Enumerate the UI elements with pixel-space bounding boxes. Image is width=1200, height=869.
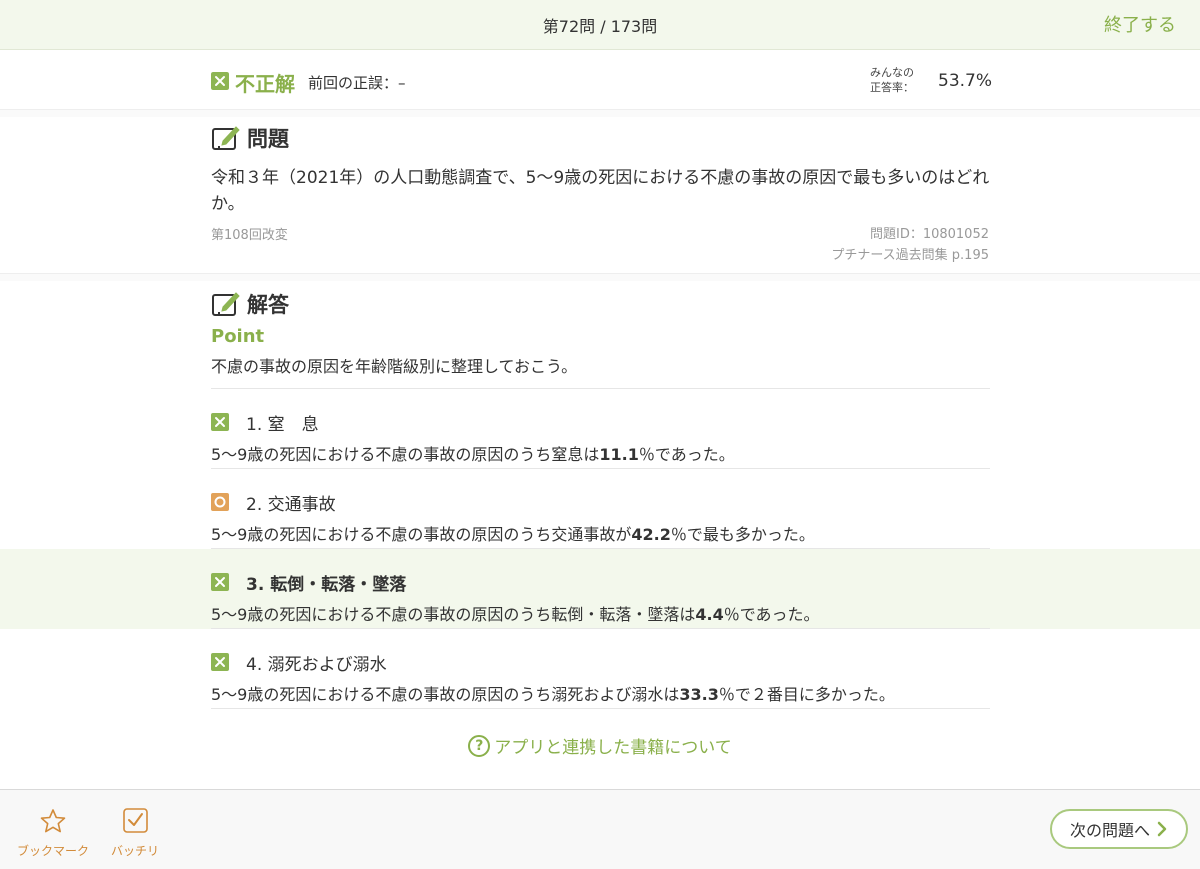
- bacchiri-button[interactable]: バッチリ: [104, 808, 166, 859]
- linked-books-link[interactable]: ? アプリと連携した書籍について: [0, 733, 1200, 758]
- choice-explanation: 5〜9歳の死因における不慮の事故の原因のうち交通事故が42.2％で最も多かった。: [211, 525, 815, 544]
- question-id: 問題ID：10801052: [869, 227, 989, 242]
- verdict-label: 不正解: [235, 72, 295, 96]
- exam-label: 第108回改変: [211, 228, 288, 243]
- edit-note-icon: [212, 292, 240, 316]
- choice-title: 3. 転倒・転落・墜落: [246, 575, 407, 595]
- question-header: 問題: [211, 123, 289, 153]
- question-section: 問題 令和３年（2021年）の人口動態調査で、5〜9歳の死因における不慮の事故の…: [0, 117, 1200, 274]
- choice-explanation: 5〜9歳の死因における不慮の事故の原因のうち溺死および溺水は33.3％で２番目に…: [211, 685, 895, 704]
- previous-result: 前回の正誤：–: [308, 74, 406, 92]
- section-gap: [0, 110, 1200, 117]
- divider: [211, 708, 990, 709]
- result-bar: 不正解 前回の正誤：– みんなの 正答率： 53.7%: [0, 51, 1200, 110]
- checkbox-icon: [123, 808, 148, 833]
- section-gap: [0, 274, 1200, 281]
- incorrect-icon: [211, 72, 229, 90]
- answer-header: 解答: [211, 289, 289, 319]
- top-bar: 第72問 / 173問 終了する: [0, 0, 1200, 50]
- question-title: 問題: [247, 127, 289, 151]
- choice-2[interactable]: 2. 交通事故 5〜9歳の死因における不慮の事故の原因のうち交通事故が42.2％…: [0, 469, 1200, 549]
- end-button[interactable]: 終了する: [1104, 11, 1176, 37]
- bookmark-button[interactable]: ブックマーク: [14, 808, 92, 859]
- choice-1[interactable]: 1. 窒 息 5〜9歳の死因における不慮の事故の原因のうち窒息は11.1％であっ…: [0, 389, 1200, 469]
- choice-4[interactable]: 4. 溺死および溺水 5〜9歳の死因における不慮の事故の原因のうち溺死および溺水…: [0, 629, 1200, 709]
- choice-3-selected[interactable]: 3. 転倒・転落・墜落 5〜9歳の死因における不慮の事故の原因のうち転倒・転落・…: [0, 549, 1200, 629]
- bacchiri-label: バッチリ: [110, 844, 159, 858]
- bookmark-label: ブックマーク: [16, 844, 89, 858]
- choice-explanation: 5〜9歳の死因における不慮の事故の原因のうち転倒・転落・墜落は4.4％であった。: [211, 605, 820, 624]
- choice-title: 2. 交通事故: [246, 495, 336, 515]
- choice-title: 4. 溺死および溺水: [246, 655, 387, 675]
- point-label: Point: [211, 326, 265, 347]
- answer-section: 解答 Point 不慮の事故の原因を年齢階級別に整理しておこう。 1. 窒 息 …: [0, 281, 1200, 789]
- question-text: 令和３年（2021年）の人口動態調査で、5〜9歳の死因における不慮の事故の原因で…: [211, 168, 990, 214]
- edit-note-icon: [212, 126, 240, 150]
- question-circle-icon: ?: [468, 734, 491, 757]
- incorrect-icon: [211, 653, 229, 671]
- point-text: 不慮の事故の原因を年齢階級別に整理しておこう。: [211, 357, 578, 376]
- chevron-right-icon: [1157, 821, 1167, 837]
- answer-title: 解答: [247, 293, 289, 317]
- correct-rate-label: みんなの 正答率：: [870, 66, 914, 94]
- star-icon: [40, 809, 66, 833]
- correct-rate-value: 53.7%: [938, 71, 993, 91]
- incorrect-icon: [211, 573, 229, 591]
- choice-title: 1. 窒 息: [246, 415, 319, 435]
- next-question-button[interactable]: 次の問題へ: [1050, 809, 1188, 849]
- choice-explanation: 5〜9歳の死因における不慮の事故の原因のうち窒息は11.1％であった。: [211, 445, 735, 464]
- incorrect-icon: [211, 413, 229, 431]
- book-reference: プチナース過去問集 p.195: [831, 248, 989, 263]
- correct-icon: [211, 493, 229, 511]
- bottom-toolbar: ブックマーク バッチリ 次の問題へ: [0, 789, 1200, 869]
- question-progress: 第72問 / 173問: [542, 17, 658, 36]
